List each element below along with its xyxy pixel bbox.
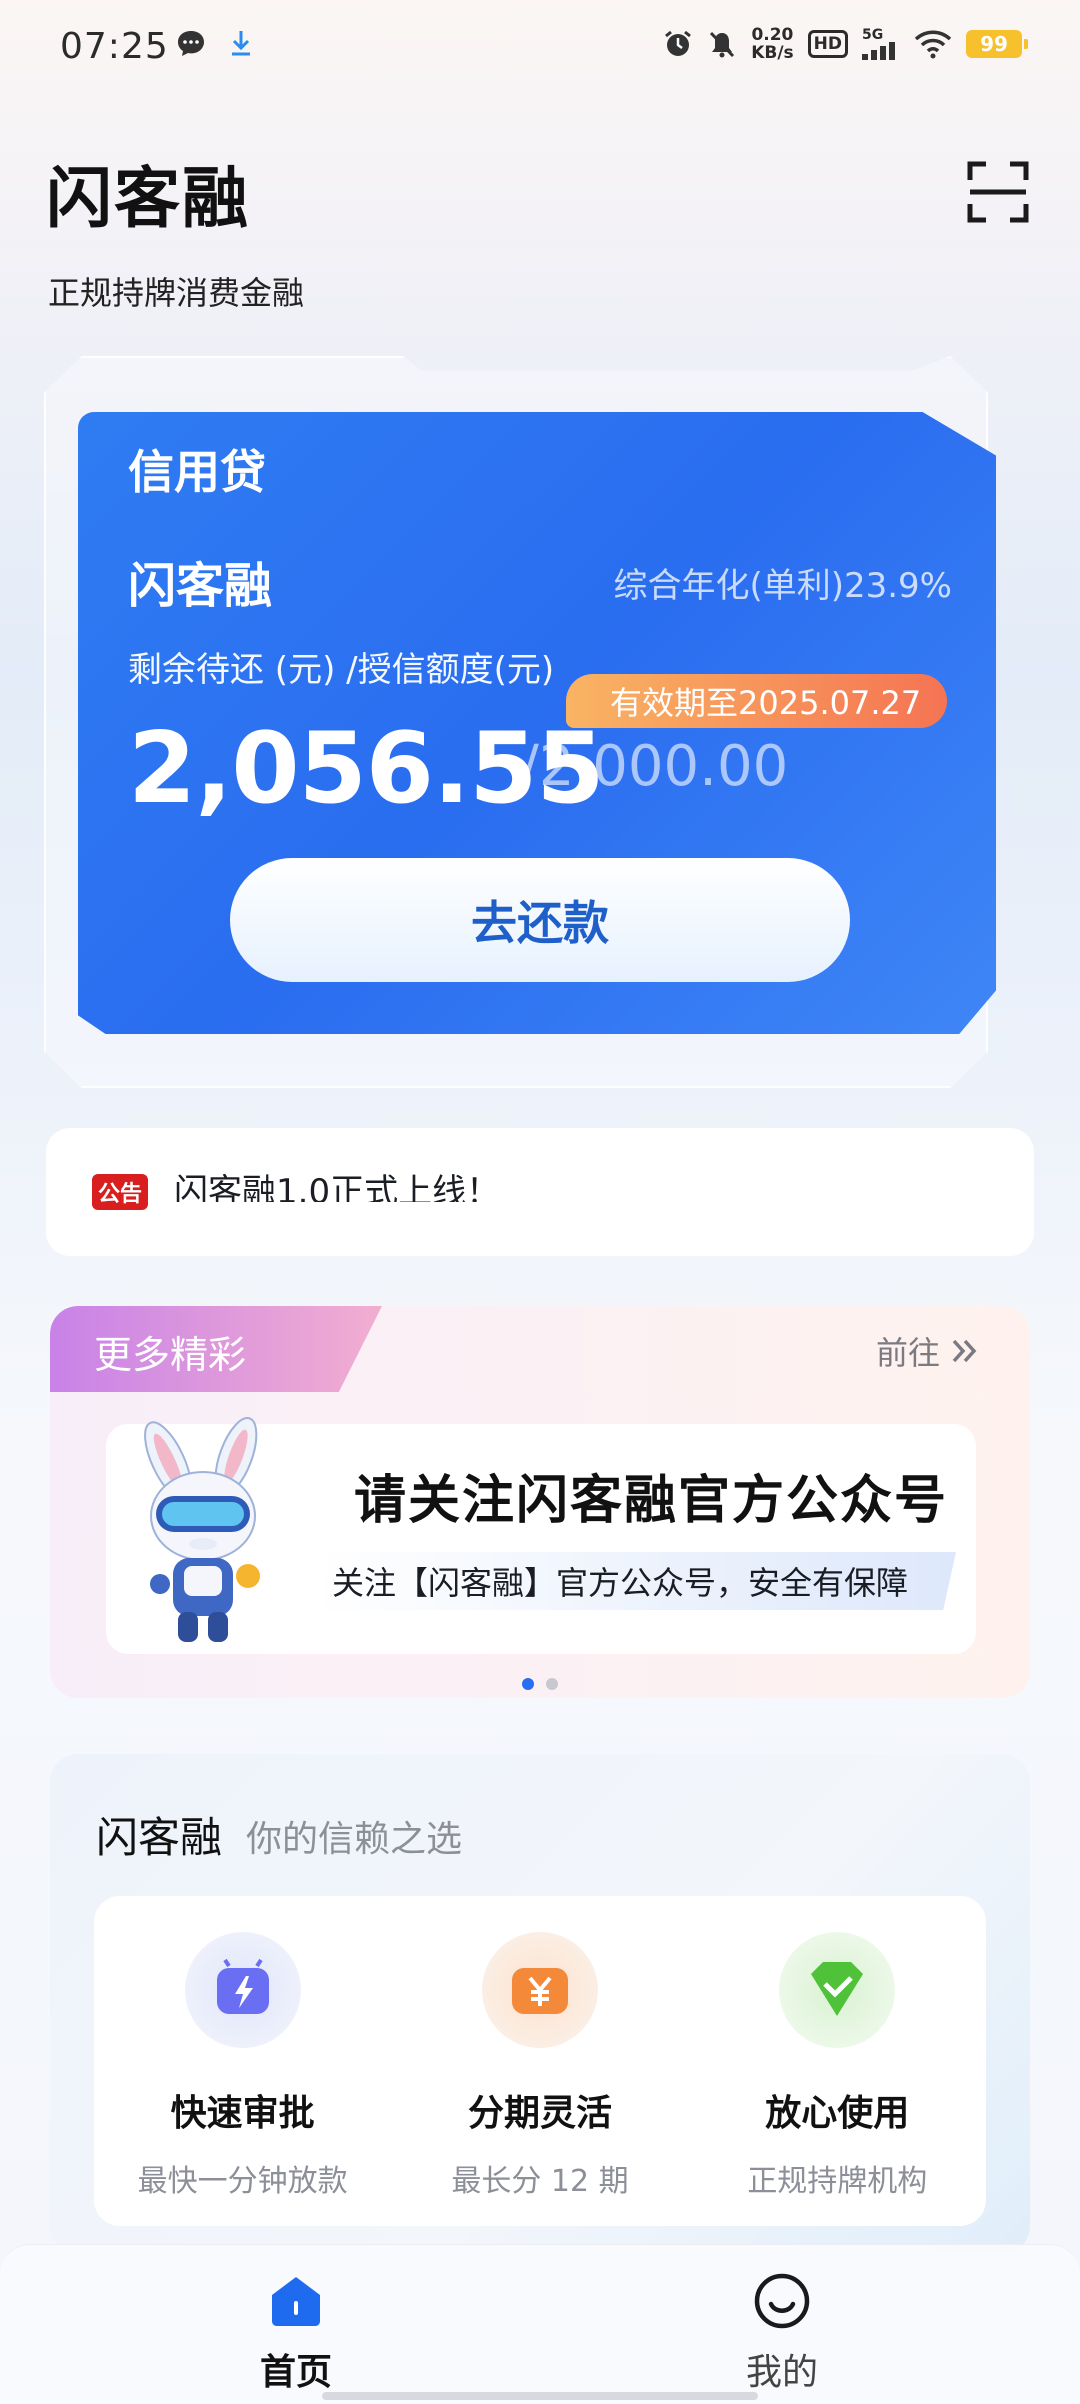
- signal-indicator: 5G: [862, 28, 900, 60]
- feature-list: 快速审批 最快一分钟放款 分期灵活 最长分 12 期 放心使用 正规持牌机构: [94, 1896, 986, 2226]
- signal-icon: [862, 42, 895, 60]
- promo-subtitle: 关注【闪客融】官方公众号，安全有保障: [316, 1552, 956, 1610]
- mute-icon: [710, 31, 735, 58]
- status-left-icons: [176, 28, 254, 58]
- card-product-name: 闪客融: [128, 558, 273, 614]
- hd-badge: HD: [807, 30, 848, 58]
- rabbit-mascot-icon: [144, 1417, 260, 1642]
- feature-title: 快速审批: [170, 2093, 315, 2134]
- home-icon: [272, 2277, 320, 2326]
- repay-button[interactable]: 去还款: [230, 858, 850, 982]
- trust-section: 闪客融 你的信赖之选 快速审批 最快一分钟放款 分期灵活 最长分 12 期 放心…: [50, 1754, 1030, 2254]
- network-speed-value: 0.20: [751, 25, 794, 45]
- feature-item: 分期灵活 最长分 12 期: [410, 1932, 670, 2226]
- more-link[interactable]: 前往: [876, 1328, 980, 1374]
- double-chevron-right-icon: [952, 1339, 977, 1363]
- notice-text: 闪客融1.0正式上线！: [174, 1172, 501, 1202]
- carousel-dots: [50, 1678, 1030, 1690]
- nav-mine-tab[interactable]: 我的: [682, 2271, 882, 2395]
- feature-desc: 最快一分钟放款: [137, 2164, 348, 2199]
- scan-button[interactable]: [966, 160, 1030, 224]
- card-annual-rate: 综合年化(单利)23.9%: [613, 566, 952, 606]
- feature-title: 放心使用: [765, 2093, 910, 2134]
- home-indicator[interactable]: [322, 2392, 758, 2400]
- notice-badge: 公告: [92, 1174, 148, 1210]
- brand-name: 闪客融: [46, 160, 250, 237]
- bottom-nav: 首页 我的: [0, 2244, 1080, 2404]
- carousel-dot[interactable]: [546, 1678, 558, 1690]
- lightning-icon: [184, 1932, 301, 2048]
- wifi-icon: [914, 30, 952, 59]
- message-icon: [178, 31, 204, 56]
- card-amount-label: 剩余待还 (元) /授信额度(元): [128, 650, 555, 690]
- card-type: 信用贷: [128, 445, 266, 499]
- status-right-icons: 0.20 KB/s HD 5G 99: [663, 26, 1028, 62]
- nav-mine-label: 我的: [745, 2352, 818, 2393]
- feature-desc: 最长分 12 期: [451, 2164, 629, 2199]
- network-speed-unit: KB/s: [751, 43, 794, 63]
- scan-icon: [967, 161, 1029, 223]
- network-type: 5G: [862, 27, 884, 43]
- feature-item: 放心使用 正规持牌机构: [707, 1932, 967, 2226]
- trust-title: 闪客融: [96, 1813, 223, 1862]
- nav-home-label: 首页: [259, 2352, 332, 2393]
- status-time: 07:25: [60, 26, 169, 67]
- nav-home-tab[interactable]: 首页: [196, 2271, 396, 2395]
- feature-item: 快速审批 最快一分钟放款: [113, 1932, 373, 2226]
- smiley-icon: [754, 2273, 810, 2329]
- download-icon: [232, 31, 250, 56]
- carousel-dot-active[interactable]: [522, 1678, 534, 1690]
- more-link-label: 前往: [875, 1334, 940, 1372]
- notice-bar[interactable]: 公告 闪客融1.0正式上线！: [46, 1128, 1034, 1256]
- validity-badge: 有效期至2025.07.27: [566, 674, 948, 728]
- brand-logo: 闪客融: [46, 155, 250, 237]
- more-tab-label: 更多精彩: [94, 1333, 247, 1377]
- battery-indicator: 99: [966, 30, 1028, 58]
- trust-slogan: 你的信赖之选: [246, 1819, 463, 1860]
- promo-banner[interactable]: 请关注闪客融官方公众号 关注【闪客融】官方公众号，安全有保障: [106, 1417, 976, 1654]
- network-speed: 0.20 KB/s: [751, 26, 793, 62]
- feature-desc: 正规持牌机构: [747, 2164, 928, 2199]
- shield-check-icon: [779, 1932, 896, 2048]
- more-section: 更多精彩 前往 请关注闪客融官方公众号 关注【闪客融】官方公众号，安全有保障: [50, 1306, 1030, 1698]
- promo-title: 请关注闪客融官方公众号: [354, 1458, 949, 1533]
- alarm-icon: [665, 30, 692, 56]
- feature-title: 分期灵活: [467, 2093, 612, 2134]
- status-bar: 07:25 0.20 KB/s HD 5G 99: [0, 0, 1080, 96]
- credit-limit: /2,000.00: [520, 734, 789, 799]
- brand-subtitle: 正规持牌消费金融: [48, 274, 305, 312]
- yuan-icon: [481, 1932, 598, 2048]
